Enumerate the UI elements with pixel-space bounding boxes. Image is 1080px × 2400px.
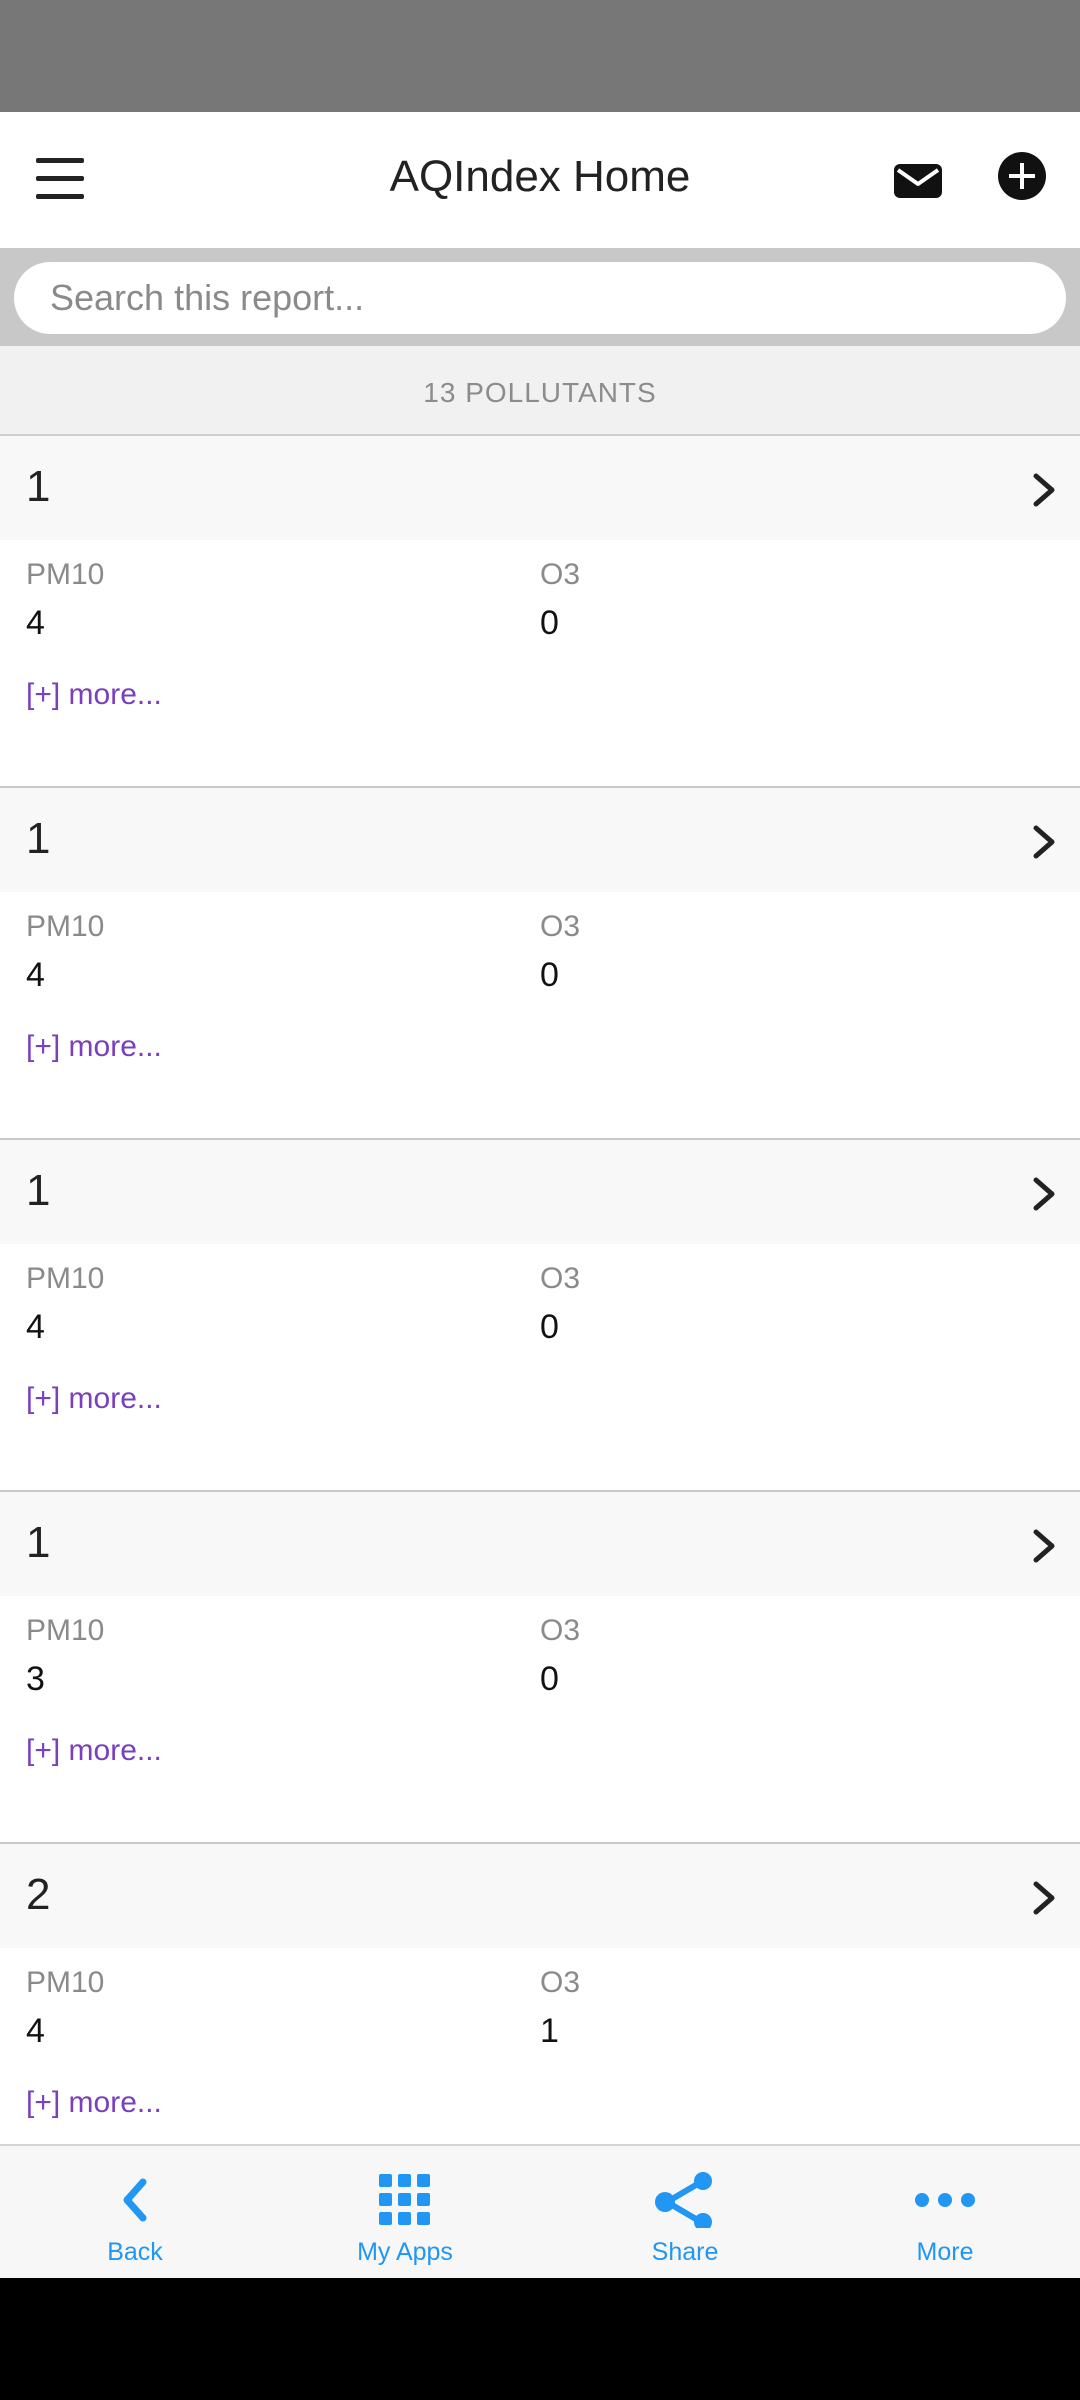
more-link[interactable]: [+] more... xyxy=(26,1030,162,1064)
nav-label: More xyxy=(916,2238,974,2266)
chevron-right-icon xyxy=(1033,1529,1055,1563)
record-header[interactable]: 1 xyxy=(0,788,1080,892)
plus-circle-icon[interactable] xyxy=(996,150,1048,202)
more-link[interactable]: [+] more... xyxy=(26,1382,162,1416)
record-body: PM10 4 O3 0 [+] more... xyxy=(0,1244,1080,1490)
field-label: O3 xyxy=(540,558,581,591)
search-bar xyxy=(0,248,1080,346)
more-link[interactable]: [+] more... xyxy=(26,678,162,712)
nav-label: Share xyxy=(651,2238,719,2266)
field-label: O3 xyxy=(540,1966,581,1999)
status-bar xyxy=(0,0,1080,112)
record-header[interactable]: 1 xyxy=(0,1492,1080,1596)
chevron-right-icon xyxy=(1033,1177,1055,1211)
pollutant-list: 1 PM10 4 O3 0 [+] more... 1 PM10 4 O3 0 … xyxy=(0,436,1080,2144)
chevron-right-icon xyxy=(1033,825,1055,859)
chevron-right-icon xyxy=(1033,473,1055,507)
list-item: 1 PM10 4 O3 0 [+] more... xyxy=(0,436,1080,788)
bottom-nav: Back My Apps Share More xyxy=(0,2144,1080,2278)
record-id: 1 xyxy=(26,1166,51,1215)
grid-icon xyxy=(379,2174,430,2225)
record-id: 1 xyxy=(26,1518,51,1567)
list-item: 1 PM10 3 O3 0 [+] more... xyxy=(0,1492,1080,1844)
nav-label: Back xyxy=(107,2238,163,2266)
record-header[interactable]: 1 xyxy=(0,1140,1080,1244)
mail-icon[interactable] xyxy=(890,156,946,204)
search-input[interactable] xyxy=(14,262,1066,334)
record-id: 2 xyxy=(26,1870,51,1919)
record-body: PM10 3 O3 0 [+] more... xyxy=(0,1596,1080,1842)
field-value: 3 xyxy=(26,1660,45,1698)
record-body: PM10 4 O3 1 [+] more... xyxy=(0,1948,1080,2144)
field-label: PM10 xyxy=(26,558,105,591)
field-value: 4 xyxy=(26,1308,45,1346)
nav-label: My Apps xyxy=(357,2238,453,2266)
field-label: PM10 xyxy=(26,1966,105,1999)
list-item: 1 PM10 4 O3 0 [+] more... xyxy=(0,788,1080,1140)
share-button[interactable]: Share xyxy=(550,2146,820,2278)
field-value: 4 xyxy=(26,2012,45,2050)
record-header[interactable]: 1 xyxy=(0,436,1080,540)
field-value: 4 xyxy=(26,604,45,642)
field-value: 0 xyxy=(540,604,559,642)
record-count: 13 POLLUTANTS xyxy=(0,346,1080,436)
record-id: 1 xyxy=(26,462,51,511)
field-label: O3 xyxy=(540,910,581,943)
more-link[interactable]: [+] more... xyxy=(26,2086,162,2120)
record-header[interactable]: 2 xyxy=(0,1844,1080,1948)
field-value: 0 xyxy=(540,956,559,994)
app-header: AQIndex Home xyxy=(0,112,1080,248)
chevron-left-icon xyxy=(123,2178,147,2222)
field-value: 0 xyxy=(540,1308,559,1346)
record-id: 1 xyxy=(26,814,51,863)
field-label: PM10 xyxy=(26,1614,105,1647)
field-value: 4 xyxy=(26,956,45,994)
list-item: 1 PM10 4 O3 0 [+] more... xyxy=(0,1140,1080,1492)
system-navigation-bar xyxy=(0,2278,1080,2400)
field-label: PM10 xyxy=(26,1262,105,1295)
field-value: 1 xyxy=(540,2012,559,2050)
share-icon xyxy=(655,2172,712,2228)
field-label: O3 xyxy=(540,1614,581,1647)
field-value: 0 xyxy=(540,1660,559,1698)
back-button[interactable]: Back xyxy=(0,2146,270,2278)
record-body: PM10 4 O3 0 [+] more... xyxy=(0,892,1080,1138)
field-label: PM10 xyxy=(26,910,105,943)
field-label: O3 xyxy=(540,1262,581,1295)
record-body: PM10 4 O3 0 [+] more... xyxy=(0,540,1080,786)
list-item: 2 PM10 4 O3 1 [+] more... xyxy=(0,1844,1080,2144)
chevron-right-icon xyxy=(1033,1881,1055,1915)
my-apps-button[interactable]: My Apps xyxy=(270,2146,540,2278)
more-horizontal-icon xyxy=(915,2193,975,2207)
more-link[interactable]: [+] more... xyxy=(26,1734,162,1768)
more-button[interactable]: More xyxy=(810,2146,1080,2278)
